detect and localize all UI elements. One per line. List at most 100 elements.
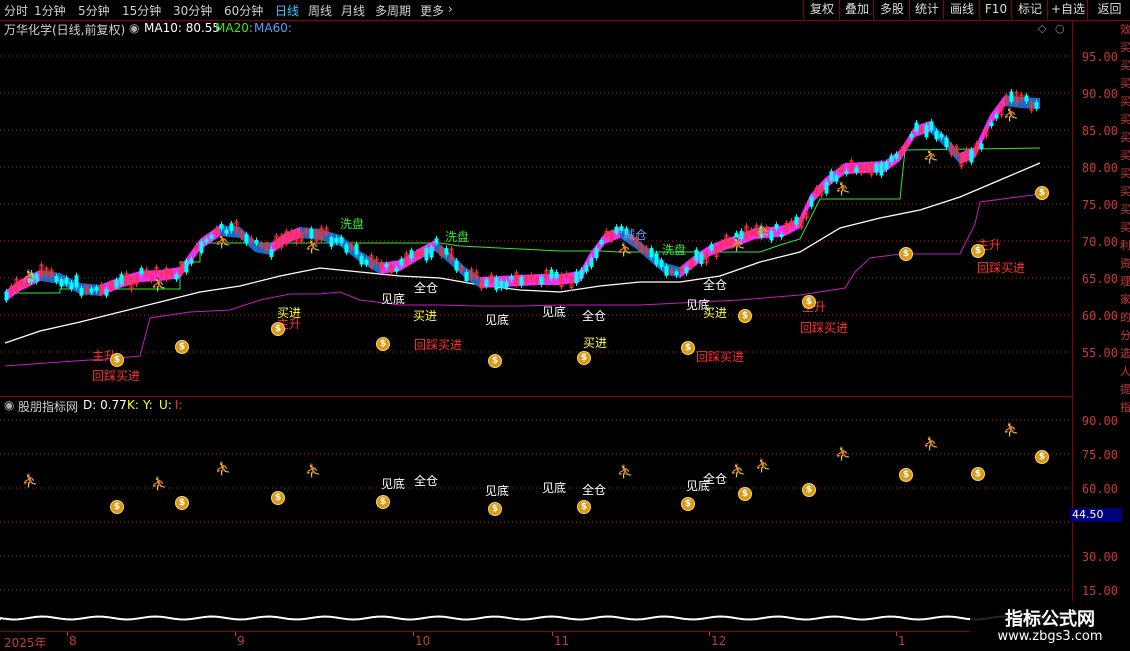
money-bag-icon: $ (577, 351, 591, 365)
candle-body (94, 287, 99, 291)
period-tab-daily[interactable]: 日线 (275, 2, 299, 19)
money-bag-icon: $ (110, 500, 124, 514)
runner-icon: ⛹ (215, 462, 232, 477)
period-tab-weekly[interactable]: 周线 (308, 2, 332, 19)
period-tab-multi[interactable]: 多周期 (375, 2, 411, 19)
candle-body (74, 275, 79, 288)
candle-body (649, 247, 654, 258)
candle-body (594, 248, 599, 259)
sub-y-label: 15.00 (1081, 584, 1118, 598)
candle-body (1024, 95, 1029, 102)
money-bag-icon: $ (738, 487, 752, 501)
signal-label: 回踩买进 (977, 261, 1026, 275)
sub-signal-label: 见底 (381, 477, 406, 491)
candle-body (809, 196, 814, 207)
candle-body (684, 267, 689, 274)
signal-label: 见底 (485, 313, 510, 327)
add-watchlist-button[interactable]: +自选 (1047, 0, 1088, 19)
runner-icon: ⛹ (923, 437, 940, 452)
candle-body (229, 223, 234, 231)
candle-body (79, 287, 84, 296)
candle-body (674, 271, 679, 276)
signal-label: 买进 (583, 336, 608, 350)
money-bag-icon: $ (488, 354, 502, 368)
period-tab-monthly[interactable]: 月线 (341, 2, 365, 19)
date-label: 12 (711, 634, 727, 648)
chevron-right-icon[interactable]: › (448, 2, 453, 16)
candle-body (4, 291, 9, 301)
period-tab-1min[interactable]: 1分钟 (34, 2, 66, 19)
back-button[interactable]: 返回 (1087, 0, 1130, 19)
date-label: 1 (898, 634, 906, 648)
candle-body (519, 276, 524, 286)
candle-body (589, 258, 594, 267)
mark-button[interactable]: 标记 (1011, 0, 1048, 19)
candle-body (874, 163, 879, 173)
candle-body (119, 274, 124, 285)
date-label: 2025年 (4, 636, 47, 650)
candle-body (334, 237, 339, 243)
collapse-icon[interactable]: ◉ (4, 398, 14, 412)
candle-body (929, 121, 934, 131)
candle-body (219, 224, 224, 229)
candle-body (499, 280, 504, 289)
y-label: 85.00 (1081, 124, 1118, 138)
restore-rights-button[interactable]: 复权 (803, 0, 840, 19)
period-tab-fenshi[interactable]: 分时 (4, 2, 28, 19)
candle-body (709, 244, 714, 251)
multi-stock-button[interactable]: 多股 (873, 0, 910, 19)
money-bag-icon: $ (271, 322, 285, 336)
signal-label: 买进 (703, 306, 728, 320)
indicator-title: 股朋指标网 (18, 400, 79, 414)
candle-body (914, 122, 919, 132)
candle-body (694, 249, 699, 261)
money-bag-icon: $ (971, 467, 985, 481)
candle-body (854, 167, 859, 173)
period-tab-15min[interactable]: 15分钟 (122, 2, 161, 19)
candle-body (114, 279, 119, 288)
date-tick (67, 632, 68, 636)
candle-body (204, 238, 209, 243)
kline-chart[interactable] (0, 21, 1072, 631)
date-tick (552, 632, 553, 636)
watermark-title: 指标公式网 (1005, 609, 1095, 630)
runner-icon: ⛹ (617, 243, 634, 258)
period-tab-60min[interactable]: 60分钟 (224, 2, 263, 19)
period-tab-30min[interactable]: 30分钟 (173, 2, 212, 19)
cursor-value-badge: 44.50 (1070, 508, 1122, 522)
signal-label: 见底 (542, 305, 567, 319)
draw-line-button[interactable]: 画线 (943, 0, 980, 19)
signal-label: 回踩买进 (696, 350, 745, 364)
candle-body (224, 229, 229, 234)
candle-body (254, 239, 259, 244)
candle-body (969, 149, 974, 163)
money-bag-icon: $ (376, 495, 390, 509)
date-tick (235, 632, 236, 636)
statistics-button[interactable]: 统计 (909, 0, 944, 19)
date-tick (413, 632, 414, 636)
candle-body (659, 260, 664, 268)
candle-body (244, 234, 249, 244)
y-label: 55.00 (1081, 346, 1118, 360)
candle-body (829, 171, 834, 181)
runner-icon: ⛹ (755, 225, 772, 240)
runner-icon: ⛹ (835, 447, 852, 462)
signal-label: 洗盘 (662, 243, 687, 257)
period-tab-more[interactable]: 更多 (420, 2, 444, 19)
candle-body (54, 276, 59, 282)
y-axis-line (1072, 21, 1073, 631)
f10-button[interactable]: F10 (979, 0, 1012, 19)
period-tab-5min[interactable]: 5分钟 (78, 2, 110, 19)
candle-body (364, 259, 369, 265)
money-bag-icon: $ (1035, 186, 1049, 200)
candle-body (884, 161, 889, 170)
signal-label: 买进 (413, 309, 438, 323)
candle-body (879, 162, 884, 176)
runner-icon: ⛹ (835, 182, 852, 197)
candle-body (309, 228, 314, 239)
overlay-button[interactable]: 叠加 (839, 0, 874, 19)
candle-body (189, 258, 194, 264)
candle-body (59, 279, 64, 287)
runner-icon: ⛹ (22, 270, 39, 285)
candle-body (699, 253, 704, 265)
